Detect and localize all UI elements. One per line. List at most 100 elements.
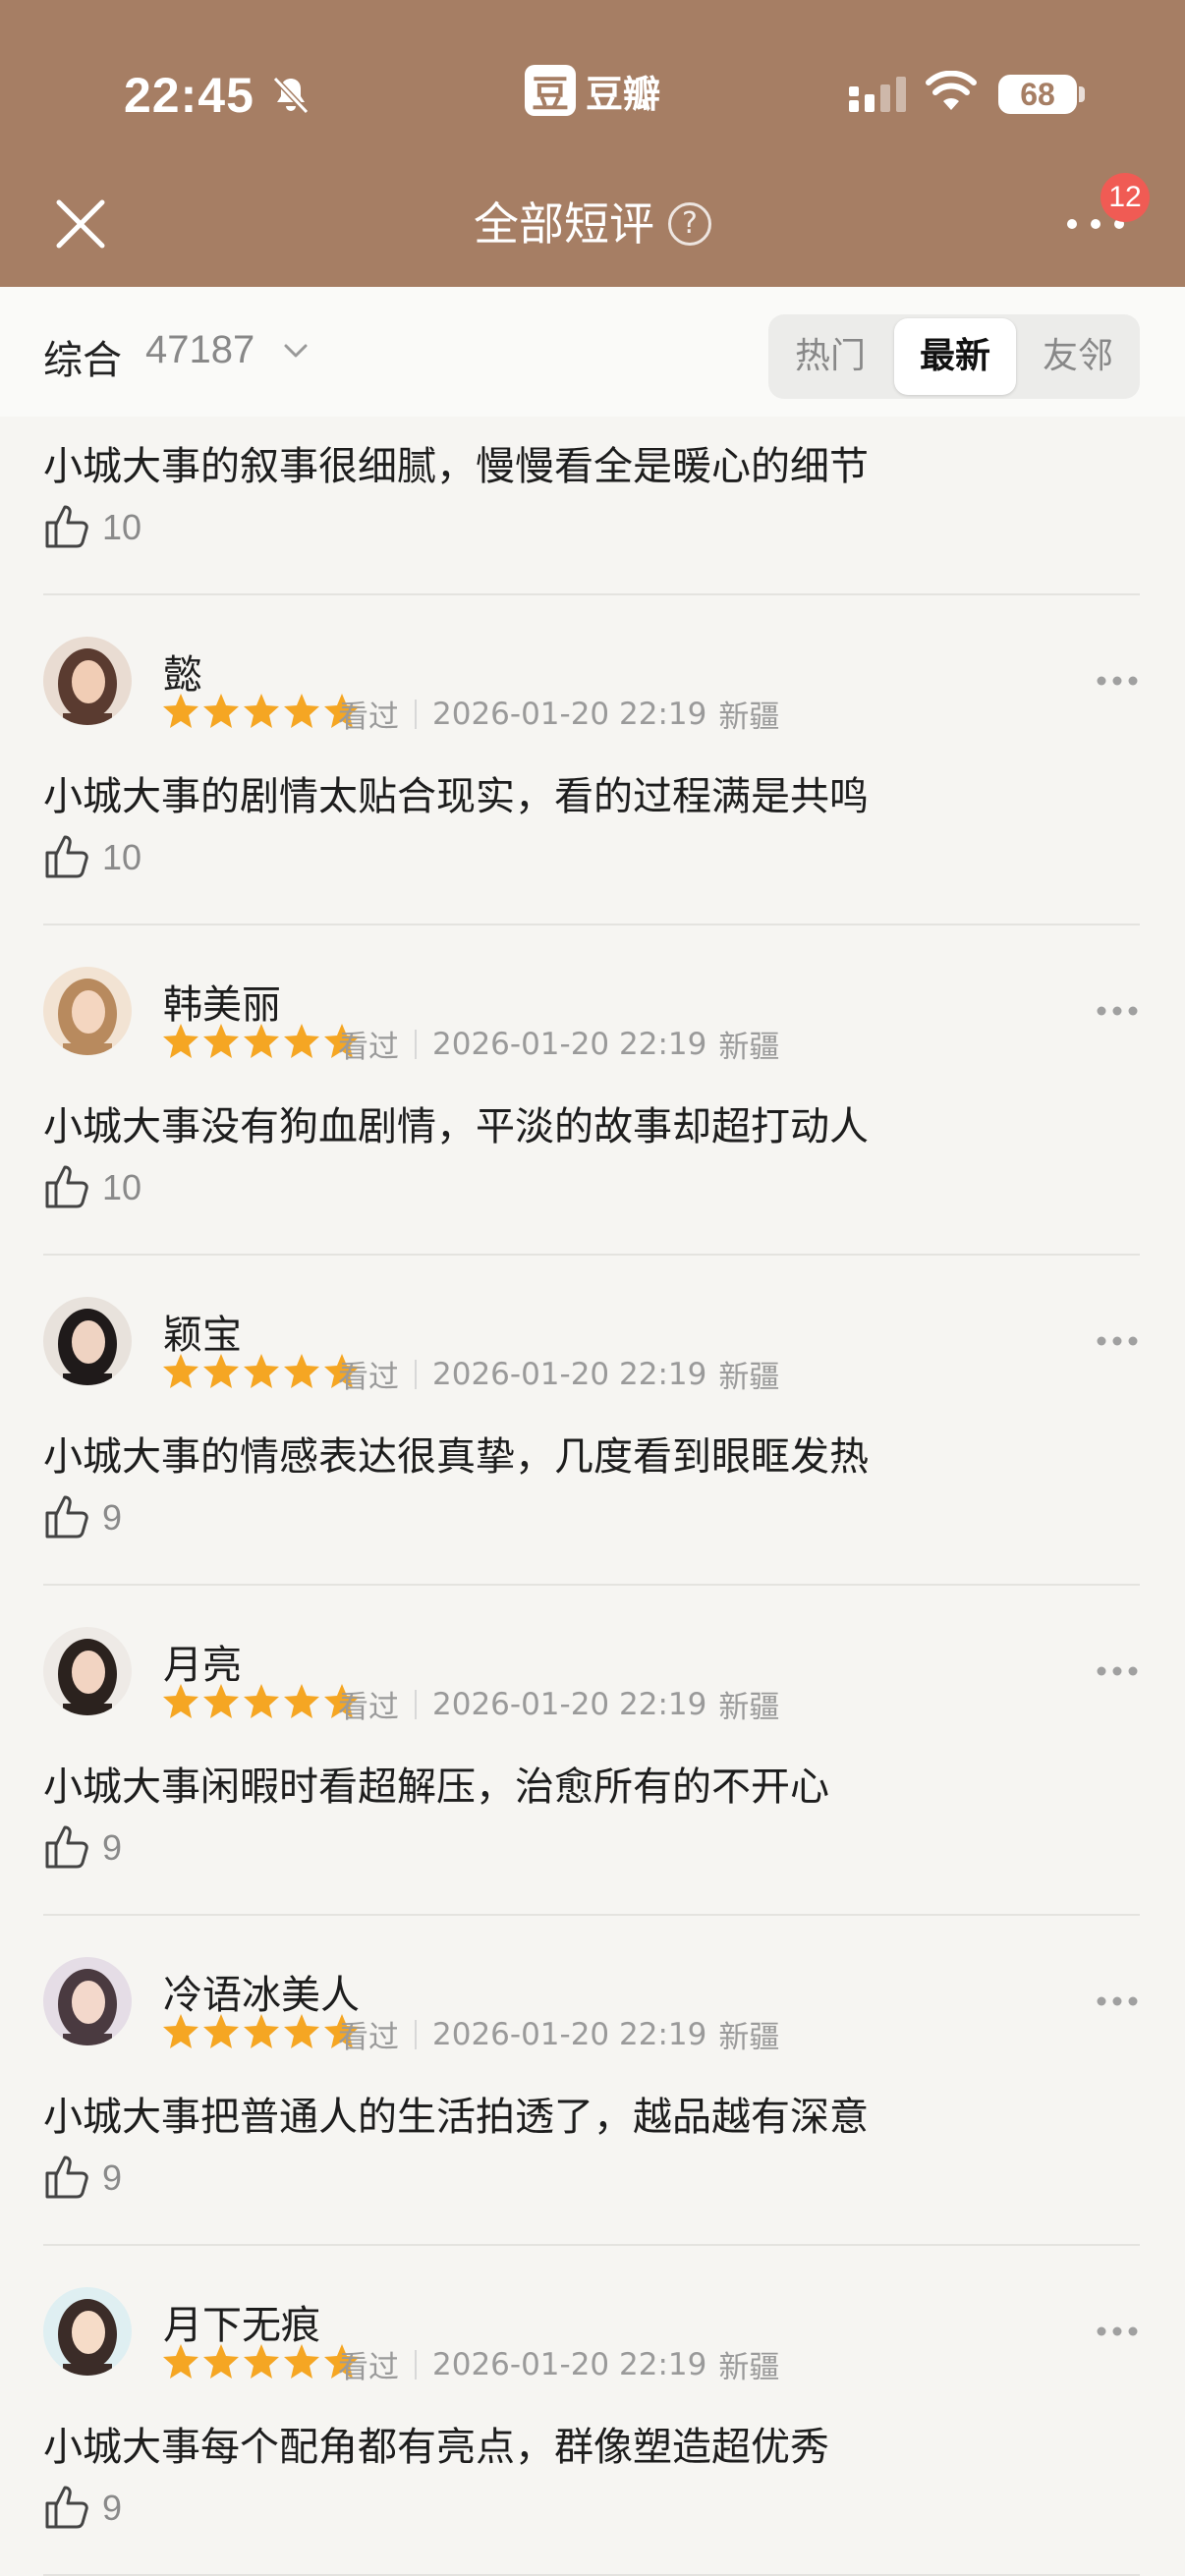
star-icon <box>163 694 198 728</box>
divider <box>43 924 1140 925</box>
notification-badge: 12 <box>1100 173 1150 222</box>
top-header: 22:45 豆 豆瓣 68 全部短评 ? 12 <box>0 0 1185 287</box>
star-icon <box>203 694 239 728</box>
divider <box>43 1914 1140 1916</box>
battery-indicator: 68 <box>998 75 1077 114</box>
star-icon <box>244 2344 279 2379</box>
more-dots-icon[interactable] <box>1095 1994 1140 2008</box>
review-time: 2026-01-20 22:19 <box>432 1686 707 1722</box>
avatar[interactable] <box>43 1957 132 2045</box>
like-count: 9 <box>102 1827 123 1868</box>
avatar[interactable] <box>43 967 132 1055</box>
review-text: 小城大事没有狗血剧情，平淡的故事却超打动人 <box>43 1104 869 1149</box>
watch-status: 看过 <box>338 1360 399 1395</box>
review-time: 2026-01-20 22:19 <box>432 696 707 732</box>
filter-bar: 综合 47187 热门 最新 友邻 <box>0 287 1185 417</box>
meta-separator <box>415 1029 417 1059</box>
star-icon <box>203 2014 239 2048</box>
meta-separator <box>415 2019 417 2049</box>
star-icon <box>244 1024 279 1058</box>
avatar-image <box>43 1297 132 1385</box>
review-text: 小城大事的情感表达很真挚，几度看到眼眶发热 <box>43 1434 869 1480</box>
star-icon <box>163 1354 198 1388</box>
star-icon <box>203 2344 239 2379</box>
page-title-bar: 全部短评 ? <box>0 195 1185 253</box>
review-location: 新疆 <box>718 1030 780 1065</box>
more-dots-icon[interactable] <box>1095 1334 1140 1348</box>
meta-separator <box>415 1689 417 1719</box>
divider <box>43 1254 1140 1256</box>
review-meta: 看过 2026-01-20 22:19 新疆 <box>338 2012 779 2056</box>
thumbs-up-icon[interactable] <box>43 831 92 880</box>
review-location: 新疆 <box>718 1360 780 1395</box>
more-dots-icon[interactable] <box>1095 674 1140 688</box>
thumbs-up-icon[interactable] <box>43 501 92 550</box>
meta-separator <box>415 699 417 729</box>
watch-status: 看过 <box>338 1690 399 1725</box>
star-icon <box>163 2344 198 2379</box>
more-dots-icon[interactable] <box>1095 1664 1140 1678</box>
watch-status: 看过 <box>338 2020 399 2055</box>
review-location: 新疆 <box>718 2020 780 2055</box>
review-text: 小城大事每个配角都有亮点，群像塑造超优秀 <box>43 2425 829 2470</box>
avatar-image <box>43 1627 132 1715</box>
star-icon <box>284 1024 319 1058</box>
star-icon <box>284 1354 319 1388</box>
avatar[interactable] <box>43 637 132 725</box>
wifi-icon <box>926 71 977 110</box>
avatar[interactable] <box>43 2287 132 2376</box>
avatar-image <box>43 1957 132 2045</box>
like-count: 9 <box>102 2488 123 2528</box>
review-time: 2026-01-20 22:19 <box>432 2016 707 2052</box>
chevron-down-icon[interactable] <box>281 336 310 365</box>
rating-stars <box>161 692 363 731</box>
avatar[interactable] <box>43 1297 132 1385</box>
star-icon <box>284 2344 319 2379</box>
rating-stars <box>161 1682 363 1721</box>
status-time: 22:45 <box>124 68 254 123</box>
watch-status: 看过 <box>338 1030 399 1065</box>
watch-status: 看过 <box>338 700 399 735</box>
review-location: 新疆 <box>718 2350 780 2385</box>
review-count[interactable]: 47187 <box>145 328 254 372</box>
star-icon <box>244 1354 279 1388</box>
avatar-image <box>43 2287 132 2376</box>
review-meta: 看过 2026-01-20 22:19 新疆 <box>338 1352 779 1396</box>
rating-stars <box>161 1352 363 1391</box>
like-count: 9 <box>102 1497 123 1538</box>
page-title: 全部短评 <box>474 197 654 251</box>
star-icon <box>163 1024 198 1058</box>
thumbs-up-icon[interactable] <box>43 1821 92 1871</box>
tab-latest[interactable]: 最新 <box>894 318 1016 395</box>
thumbs-up-icon[interactable] <box>43 1161 92 1210</box>
avatar[interactable] <box>43 1627 132 1715</box>
divider <box>43 1584 1140 1586</box>
review-text: 小城大事闲暇时看超解压，治愈所有的不开心 <box>43 1764 829 1810</box>
help-icon[interactable]: ? <box>668 202 711 246</box>
avatar-image <box>43 967 132 1055</box>
like-count: 10 <box>102 1167 142 1207</box>
tab-friends[interactable]: 友邻 <box>1016 314 1140 399</box>
thumbs-up-icon[interactable] <box>43 2482 92 2531</box>
review-time: 2026-01-20 22:19 <box>432 1026 707 1062</box>
star-icon <box>163 1684 198 1718</box>
tab-segment: 热门 最新 友邻 <box>768 314 1140 399</box>
review-meta: 看过 2026-01-20 22:19 新疆 <box>338 2342 779 2386</box>
review-meta: 看过 2026-01-20 22:19 新疆 <box>338 1682 779 1726</box>
review-location: 新疆 <box>718 1690 780 1725</box>
review-time: 2026-01-20 22:19 <box>432 1356 707 1392</box>
tab-hot[interactable]: 热门 <box>768 314 892 399</box>
star-icon <box>163 2014 198 2048</box>
more-dots-icon[interactable] <box>1095 1004 1140 1018</box>
rating-stars <box>161 1022 363 1061</box>
thumbs-up-icon[interactable] <box>43 2152 92 2201</box>
sort-dropdown-label[interactable]: 综合 <box>43 328 122 385</box>
star-icon <box>244 694 279 728</box>
star-icon <box>244 2014 279 2048</box>
review-text: 小城大事的剧情太贴合现实，看的过程满是共鸣 <box>43 774 869 819</box>
app-badge: 豆 豆瓣 <box>525 63 660 118</box>
watch-status: 看过 <box>338 2350 399 2385</box>
thumbs-up-icon[interactable] <box>43 1491 92 1540</box>
star-icon <box>284 2014 319 2048</box>
more-dots-icon[interactable] <box>1095 2324 1140 2338</box>
